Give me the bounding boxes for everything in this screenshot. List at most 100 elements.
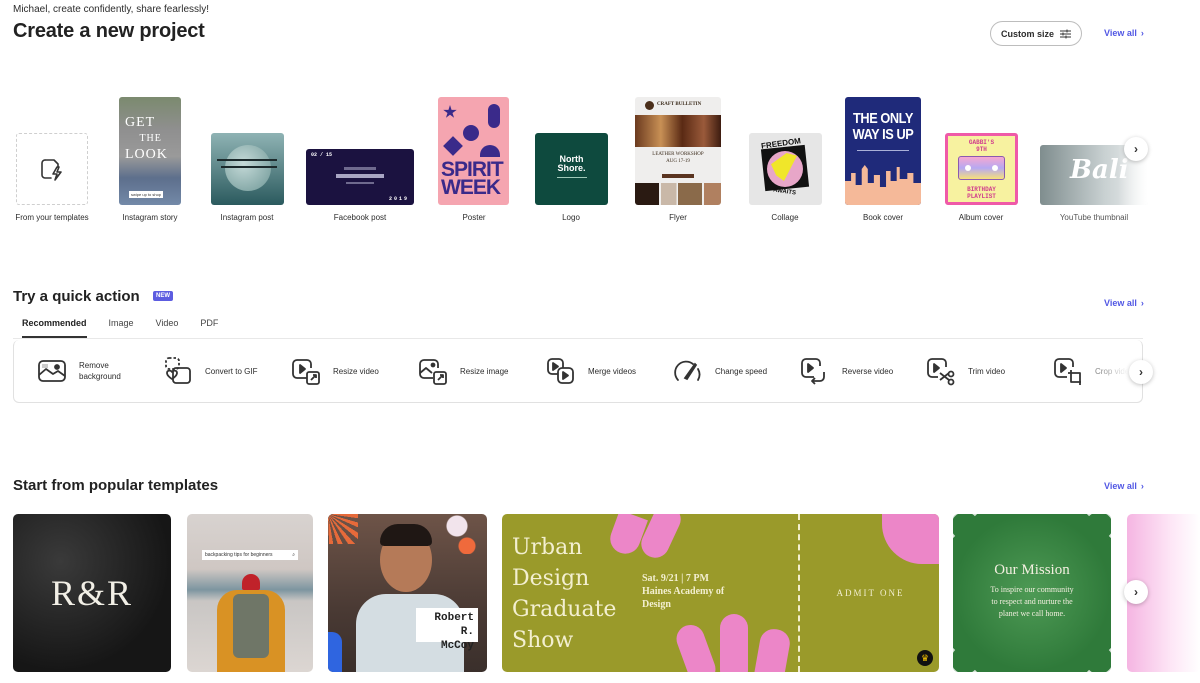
- template-text: ADMIT ONE: [836, 588, 905, 598]
- search-icon: ⌕: [292, 552, 295, 558]
- album-cover-thumb: GABBI'S 9TH BIRTHDAY PLAYLIST: [945, 133, 1018, 205]
- template-text: Design: [642, 599, 671, 610]
- action-label: Trim video: [968, 366, 1006, 376]
- quick-action-tabs: Recommended Image Video PDF: [22, 318, 218, 338]
- create-item-label: Album cover: [958, 213, 1004, 222]
- thumb-text: GABBI'S: [968, 139, 995, 146]
- thumb-header: CRAFT BULLETIN: [657, 102, 702, 107]
- page-title: Create a new project: [13, 20, 205, 42]
- popular-view-all-link[interactable]: View all ›: [1104, 481, 1144, 491]
- action-reverse-video[interactable]: Reverse video: [800, 356, 893, 386]
- create-item-label: Instagram story: [122, 213, 178, 222]
- quick-action-view-all-link[interactable]: View all ›: [1104, 298, 1144, 308]
- new-badge: NEW: [153, 291, 173, 301]
- thumb-text: THE ONLY: [853, 110, 913, 127]
- facebook-post-thumb: 02 / 15 2019: [306, 149, 414, 205]
- thumb-text: PLAYLIST: [967, 193, 996, 200]
- action-label: Remove: [79, 361, 109, 370]
- thumb-text: LOOK: [125, 147, 168, 162]
- thumb-caption: swipe up to shop: [129, 191, 164, 198]
- chevron-right-icon: ›: [1140, 298, 1144, 308]
- create-item-from-templates[interactable]: [16, 133, 88, 205]
- thumb-text: THE: [139, 133, 162, 144]
- create-item-flyer[interactable]: CRAFT BULLETIN LEATHER WORKSHOP AUG 17-1…: [635, 97, 721, 205]
- view-all-label: View all: [1104, 481, 1137, 491]
- tab-video[interactable]: Video: [156, 318, 179, 338]
- chevron-right-icon: ›: [1140, 28, 1144, 38]
- resize-video-icon: [292, 359, 320, 385]
- tab-pdf[interactable]: PDF: [200, 318, 218, 338]
- template-card[interactable]: backpacking tips for beginners ⌕: [187, 514, 313, 672]
- thumb-date: AUG 17-19: [666, 159, 690, 164]
- quick-action-next-button[interactable]: ›: [1129, 360, 1153, 384]
- template-text: To inspire our community: [990, 585, 1074, 594]
- custom-size-label: Custom size: [1000, 28, 1054, 39]
- crop-video-icon: [1054, 358, 1081, 385]
- sliders-icon: [1060, 29, 1071, 38]
- action-remove-background[interactable]: Remove background: [37, 356, 121, 386]
- tab-recommended[interactable]: Recommended: [22, 318, 87, 338]
- create-item-instagram-story[interactable]: GET THE LOOK swipe up to shop: [119, 97, 181, 205]
- thumb-text: 9TH: [976, 146, 987, 153]
- view-all-label: View all: [1104, 28, 1137, 38]
- trim-video-icon: [927, 358, 955, 386]
- create-item-instagram-post[interactable]: [211, 133, 284, 205]
- template-card[interactable]: Our Mission To inspire our community to …: [953, 514, 1111, 672]
- action-label: Reverse video: [842, 366, 894, 376]
- action-change-speed[interactable]: Change speed: [673, 356, 767, 386]
- thumb-text: BIRTHDAY: [967, 186, 996, 193]
- template-card[interactable]: Robert R. McCoy: [328, 514, 487, 672]
- chevron-right-icon: ›: [1134, 142, 1138, 156]
- create-item-poster[interactable]: SPIRIT WEEK: [438, 97, 509, 205]
- chevron-right-icon: ›: [1139, 365, 1143, 379]
- book-cover-thumb: THE ONLY WAY IS UP: [845, 97, 921, 205]
- create-item-label: Poster: [462, 213, 486, 222]
- custom-size-button[interactable]: Custom size: [990, 21, 1082, 46]
- action-label: Merge videos: [588, 366, 637, 376]
- create-item-label: Book cover: [862, 213, 904, 222]
- thumb-text: AWAITS: [772, 187, 797, 197]
- create-item-label: YouTube thumbnail: [1059, 213, 1129, 222]
- create-item-label: Collage: [771, 213, 799, 222]
- chevron-right-icon: ›: [1134, 585, 1138, 599]
- thumb-text: WAY IS UP: [852, 126, 914, 143]
- create-row-next-button[interactable]: ›: [1124, 137, 1148, 161]
- merge-videos-icon: [547, 358, 574, 384]
- template-text: R&R: [50, 573, 134, 613]
- create-item-album-cover[interactable]: GABBI'S 9TH BIRTHDAY PLAYLIST: [945, 133, 1018, 205]
- template-text: planet we call home.: [998, 609, 1066, 618]
- create-item-facebook-post[interactable]: 02 / 15 2019: [306, 149, 414, 205]
- poster-thumb: SPIRIT WEEK: [438, 97, 509, 205]
- create-item-logo[interactable]: North Shore.: [535, 133, 608, 205]
- thumb-text: GET: [125, 115, 156, 130]
- action-label: background: [79, 372, 121, 381]
- template-card[interactable]: R&R: [13, 514, 171, 672]
- template-text: Haines Academy of: [642, 586, 725, 597]
- action-convert-to-gif[interactable]: Convert to GIF: [163, 356, 257, 386]
- chevron-right-icon: ›: [1140, 481, 1144, 491]
- resize-image-icon: [419, 359, 447, 385]
- action-resize-video[interactable]: Resize video: [291, 356, 379, 386]
- quick-action-title: Try a quick action: [13, 288, 140, 305]
- template-text: Urban: [512, 535, 583, 560]
- template-text: Robert R.: [434, 612, 474, 638]
- create-item-collage[interactable]: FREEDOM AWAITS: [749, 133, 822, 205]
- action-resize-image[interactable]: Resize image: [418, 356, 508, 386]
- template-text: Design: [512, 566, 590, 591]
- thumb-text: Shore.: [557, 163, 586, 173]
- action-merge-videos[interactable]: Merge videos: [546, 356, 636, 386]
- change-speed-icon: [674, 360, 701, 381]
- create-item-label: From your templates: [15, 213, 89, 222]
- tabs-divider: [13, 338, 1143, 339]
- view-all-label: View all: [1104, 298, 1137, 308]
- create-item-book-cover[interactable]: THE ONLY WAY IS UP: [845, 97, 921, 205]
- reverse-video-icon: [801, 358, 825, 385]
- template-card[interactable]: Urban Design Graduate Show Sat. 9/21 | 7…: [502, 514, 939, 672]
- template-text: Our Mission: [994, 562, 1070, 578]
- create-view-all-link[interactable]: View all ›: [1104, 28, 1144, 38]
- templates-thumb: [16, 133, 88, 205]
- action-label: Change speed: [715, 366, 768, 376]
- popular-next-button[interactable]: ›: [1124, 580, 1148, 604]
- tab-image[interactable]: Image: [109, 318, 134, 338]
- action-trim-video[interactable]: Trim video: [926, 356, 1005, 386]
